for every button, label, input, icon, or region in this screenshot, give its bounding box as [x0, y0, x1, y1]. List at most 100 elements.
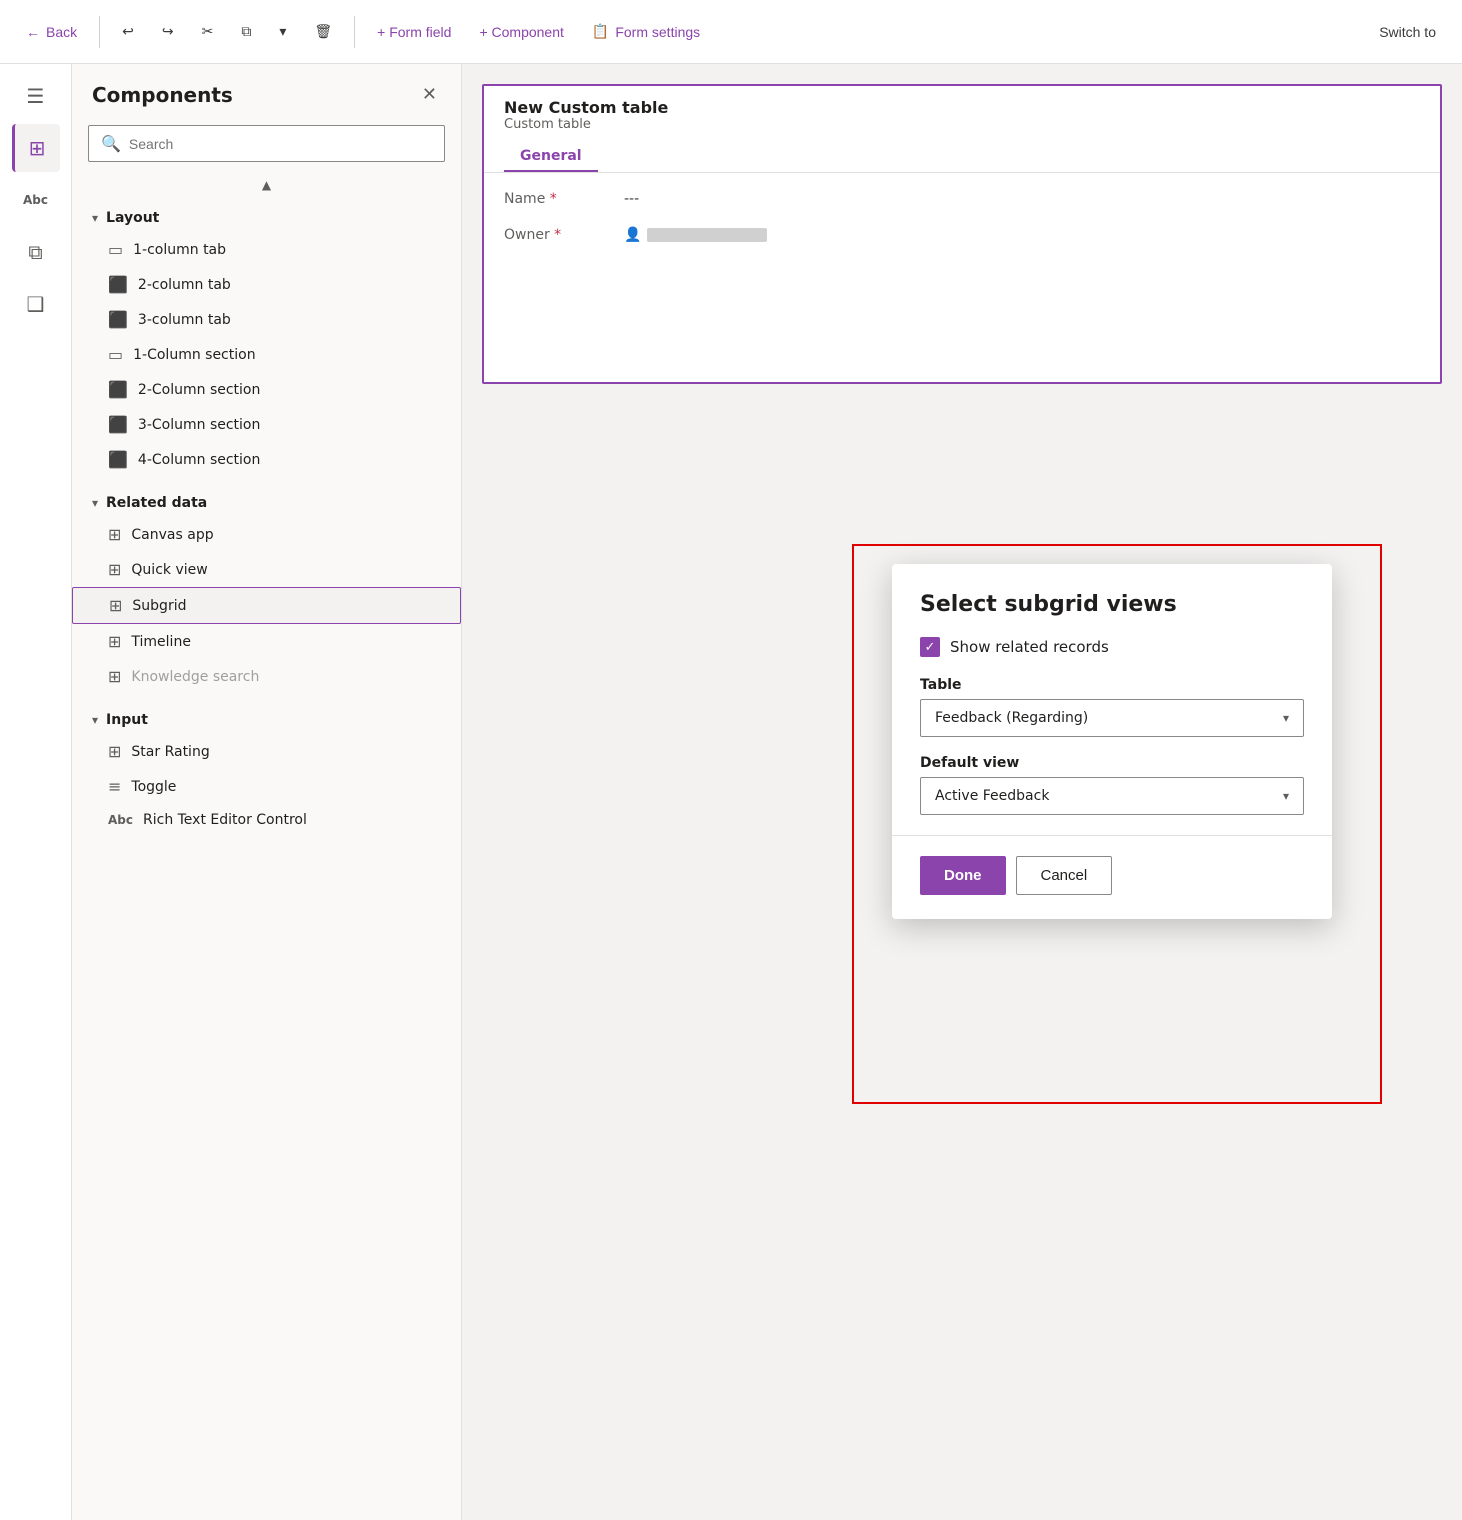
component-3col-section-label: 3-Column section: [138, 417, 260, 433]
canvas-app-icon: ⊞: [108, 525, 121, 544]
switch-button[interactable]: Switch to: [1369, 18, 1446, 46]
component-4col-section-label: 4-Column section: [138, 452, 260, 468]
related-data-header[interactable]: ▾ Related data: [72, 489, 461, 517]
tab-general[interactable]: General: [504, 140, 598, 172]
field-owner-required-icon: *: [554, 227, 561, 243]
component-button[interactable]: + Component: [469, 18, 573, 46]
show-related-label: Show related records: [950, 638, 1109, 656]
nav-layers[interactable]: ⧉: [12, 228, 60, 276]
component-quick-view[interactable]: ⊞ Quick view: [72, 552, 461, 587]
dropdown-button[interactable]: ▾: [269, 17, 296, 46]
form-field-button[interactable]: + Form field: [367, 18, 461, 46]
1col-tab-icon: ▭: [108, 240, 123, 259]
panel-header: Components ✕: [72, 64, 461, 117]
subgrid-icon: ⊞: [109, 596, 122, 615]
form-table-name: New Custom table: [504, 98, 1420, 117]
show-related-checkbox[interactable]: ✓: [920, 637, 940, 657]
nav-components[interactable]: ❑: [12, 280, 60, 328]
cancel-button[interactable]: Cancel: [1016, 856, 1113, 895]
form-settings-button[interactable]: 📋 Form settings: [582, 17, 710, 46]
owner-name-blurred: [647, 228, 767, 242]
component-2col-tab[interactable]: ⬛ 2-column tab: [72, 267, 461, 302]
field-label-name: Name *: [504, 191, 624, 207]
form-settings-label: Form settings: [615, 24, 700, 40]
component-3col-tab-label: 3-column tab: [138, 312, 231, 328]
component-3col-section[interactable]: ⬛ 3-Column section: [72, 407, 461, 442]
cancel-label: Cancel: [1041, 867, 1088, 884]
copy-icon: ⧉: [241, 23, 251, 40]
default-view-dropdown[interactable]: Active Feedback ▾: [920, 777, 1304, 815]
table-dropdown-chevron-icon: ▾: [1283, 711, 1289, 725]
components-icon: ❑: [27, 292, 45, 316]
show-related-row: ✓ Show related records: [920, 637, 1304, 657]
component-1col-section[interactable]: ▭ 1-Column section: [72, 337, 461, 372]
component-canvas-app-label: Canvas app: [131, 527, 213, 543]
component-timeline[interactable]: ⊞ Timeline: [72, 624, 461, 659]
component-rich-text[interactable]: Abc Rich Text Editor Control: [72, 804, 461, 836]
category-layout: ▾ Layout ▭ 1-column tab ⬛ 2-column tab ⬛…: [72, 196, 461, 481]
component-2col-section[interactable]: ⬛ 2-Column section: [72, 372, 461, 407]
toolbar-separator-2: [354, 16, 355, 48]
knowledge-search-icon: ⊞: [108, 667, 121, 686]
main-layout: ☰ ⊞ Abc ⧉ ❑ Components ✕ 🔍 ▲: [0, 64, 1462, 1520]
cut-button[interactable]: ✂: [192, 17, 224, 46]
nav-text[interactable]: Abc: [12, 176, 60, 224]
3col-tab-icon: ⬛: [108, 310, 128, 329]
search-box[interactable]: 🔍: [88, 125, 445, 162]
done-label: Done: [944, 867, 982, 884]
scroll-up-icon: ▲: [262, 178, 271, 192]
undo-button[interactable]: ↩: [112, 17, 144, 46]
component-knowledge-search-label: Knowledge search: [131, 669, 259, 685]
done-button[interactable]: Done: [920, 856, 1006, 895]
panel-close-button[interactable]: ✕: [418, 80, 441, 109]
default-view-field-label: Default view: [920, 755, 1304, 771]
components-panel: Components ✕ 🔍 ▲ ▾ Layout ▭ 1-column tab: [72, 64, 462, 1520]
input-header[interactable]: ▾ Input: [72, 706, 461, 734]
form-table-subtitle: Custom table: [504, 117, 1420, 132]
related-data-label: Related data: [106, 495, 207, 511]
redo-button[interactable]: ↪: [152, 17, 184, 46]
component-star-rating[interactable]: ⊞ Star Rating: [72, 734, 461, 769]
canvas-area: New Custom table Custom table General Na…: [462, 64, 1462, 1520]
layout-category-header[interactable]: ▾ Layout: [72, 204, 461, 232]
2col-tab-icon: ⬛: [108, 275, 128, 294]
scroll-up[interactable]: ▲: [72, 174, 461, 196]
panel-scroll[interactable]: ▲ ▾ Layout ▭ 1-column tab ⬛ 2-column tab…: [72, 174, 461, 1520]
form-fields: Name * --- Owner * 👤: [484, 173, 1440, 261]
component-3col-tab[interactable]: ⬛ 3-column tab: [72, 302, 461, 337]
field-row-name: Name * ---: [484, 181, 1440, 217]
1col-section-icon: ▭: [108, 345, 123, 364]
dialog-actions: Done Cancel: [920, 856, 1304, 895]
category-input: ▾ Input ⊞ Star Rating ≡ Toggle Abc Rich …: [72, 698, 461, 840]
related-data-chevron-icon: ▾: [92, 496, 98, 510]
search-input[interactable]: [129, 136, 432, 152]
back-button[interactable]: ← Back: [16, 18, 87, 46]
dialog-divider: [892, 835, 1332, 836]
back-label: Back: [46, 24, 77, 40]
timeline-icon: ⊞: [108, 632, 121, 651]
nav-grid[interactable]: ⊞: [12, 124, 60, 172]
panel-title: Components: [92, 83, 233, 107]
back-arrow-icon: ←: [26, 24, 40, 40]
component-knowledge-search: ⊞ Knowledge search: [72, 659, 461, 694]
copy-button[interactable]: ⧉: [231, 17, 261, 46]
switch-label: Switch to: [1379, 24, 1436, 40]
component-1col-section-label: 1-Column section: [133, 347, 255, 363]
component-canvas-app[interactable]: ⊞ Canvas app: [72, 517, 461, 552]
component-4col-section[interactable]: ⬛ 4-Column section: [72, 442, 461, 477]
rich-text-icon: Abc: [108, 813, 133, 827]
input-label: Input: [106, 712, 148, 728]
component-subgrid[interactable]: ⊞ Subgrid: [72, 587, 461, 624]
star-rating-icon: ⊞: [108, 742, 121, 761]
component-1col-tab[interactable]: ▭ 1-column tab: [72, 232, 461, 267]
delete-button[interactable]: 🗑: [304, 17, 342, 46]
component-toggle[interactable]: ≡ Toggle: [72, 769, 461, 804]
field-label-owner: Owner *: [504, 227, 624, 243]
input-chevron-icon: ▾: [92, 713, 98, 727]
text-format-icon: Abc: [23, 193, 48, 207]
toggle-icon: ≡: [108, 777, 121, 796]
dialog-title: Select subgrid views: [920, 592, 1304, 617]
table-dropdown[interactable]: Feedback (Regarding) ▾: [920, 699, 1304, 737]
form-field-label: + Form field: [377, 24, 451, 40]
nav-menu[interactable]: ☰: [12, 72, 60, 120]
